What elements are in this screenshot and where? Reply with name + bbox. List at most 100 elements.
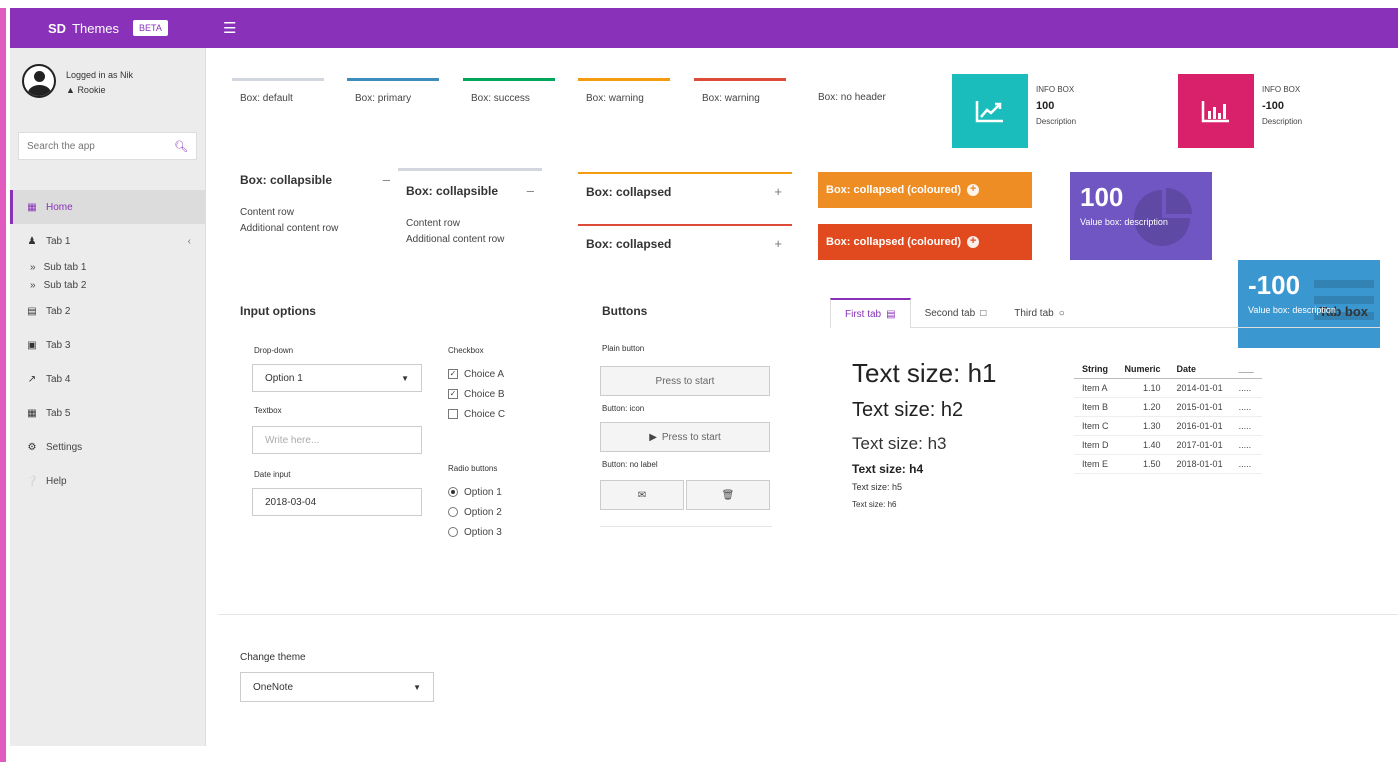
box-success: Box: success <box>463 78 555 120</box>
sidebar-item-help[interactable]: ❔ Help <box>10 464 205 498</box>
table-cell: ..... <box>1230 416 1262 436</box>
column-header[interactable]: ___ <box>1230 360 1262 379</box>
trash-icon: 🗑︎ <box>721 489 735 501</box>
sidebar-item-label: Tab 1 <box>46 235 71 247</box>
sidebar-subitem-sub-tab-2[interactable]: » Sub tab 2 <box>10 276 205 294</box>
tab-first[interactable]: First tab ▤ <box>830 298 911 328</box>
dropdown-value: Option 1 <box>265 372 303 384</box>
theme-select[interactable]: OneNote ▼ <box>240 672 434 702</box>
plain-button[interactable]: Press to start <box>600 366 770 396</box>
no-label-button-label: Button: no label <box>602 460 658 469</box>
sidebar-item-label: Tab 4 <box>46 373 71 385</box>
hamburger-icon[interactable]: ☰ <box>223 19 236 37</box>
table-cell: 1.40 <box>1116 435 1169 455</box>
heading-h5: Text size: h5 <box>852 482 903 492</box>
plain-button-label: Plain button <box>602 344 645 353</box>
user-name: Logged in as Nik <box>66 70 134 80</box>
angle-right-icon: » <box>30 279 36 291</box>
sidebar-item-tab-5[interactable]: ▦ Tab 5 <box>10 396 205 430</box>
plus-icon[interactable]: + <box>967 184 980 196</box>
tab-second[interactable]: Second tab □ <box>911 299 1001 327</box>
checkbox-choice-c[interactable]: Choice C <box>448 406 505 422</box>
expand-toggle[interactable]: + <box>774 184 782 199</box>
radio-label: Radio buttons <box>448 464 498 473</box>
envelope-button[interactable]: ✉ <box>600 480 684 510</box>
sidebar-subitem-sub-tab-1[interactable]: » Sub tab 1 <box>10 258 205 276</box>
table-cell: 1.10 <box>1116 378 1169 398</box>
info-box-value: -100 <box>1262 100 1285 112</box>
plus-icon[interactable]: + <box>967 236 980 248</box>
radio-option-2[interactable]: Option 2 <box>448 504 502 520</box>
date-input[interactable]: 2018-03-04 <box>252 488 422 516</box>
envelope-icon: ✉ <box>637 489 647 501</box>
sidebar-item-tab-4[interactable]: ↗ Tab 4 <box>10 362 205 396</box>
search-box: 🔍︎ <box>18 132 197 160</box>
line-chart-icon <box>952 74 1028 148</box>
table-cell: 1.50 <box>1116 454 1169 474</box>
box-title: Box: collapsed <box>586 236 672 251</box>
table-row: Item A 1.10 2014-01-01 ..... <box>1074 378 1262 398</box>
heading-h1: Text size: h1 <box>852 358 997 388</box>
bar-chart-icon <box>1178 74 1254 148</box>
icon-button[interactable]: ▶ Press to start <box>600 422 770 452</box>
value-box-desc: Value box: description <box>1080 217 1168 227</box>
box-warning-second: Box: warning <box>694 78 786 120</box>
info-box-title: INFO BOX <box>1036 85 1075 94</box>
table-cell: ..... <box>1230 378 1262 398</box>
box-title: Box: collapsible <box>240 172 333 187</box>
textbox-input[interactable]: Write here... <box>252 426 422 454</box>
calendar-icon: ▦ <box>27 407 37 419</box>
checkbox-choice-a[interactable]: ✓ Choice A <box>448 366 505 382</box>
collapsible-box-1: Box: collapsible – Content row Additiona… <box>240 172 390 237</box>
collapsed-box-2: Box: collapsed + <box>578 224 792 260</box>
table-cell: 2017-01-01 <box>1168 435 1231 455</box>
trash-button[interactable]: 🗑︎ <box>686 480 770 510</box>
sidebar-item-home[interactable]: ▦ Home <box>10 190 205 224</box>
chevron-left-icon: ‹ <box>187 235 191 247</box>
heading-h3: Text size: h3 <box>852 434 947 453</box>
column-header[interactable]: Date <box>1168 360 1231 379</box>
search-icon[interactable]: 🔍︎ <box>174 140 188 153</box>
checkbox-choice-b[interactable]: ✓ Choice B <box>448 386 505 402</box>
box-title: Box: warning <box>586 93 644 104</box>
table-row: Item B 1.20 2015-01-01 ..... <box>1074 397 1262 417</box>
icon-button-label: Button: icon <box>602 404 645 413</box>
dropdown-select[interactable]: Option 1 ▼ <box>252 364 422 392</box>
sidebar-item-tab-3[interactable]: ▣ Tab 3 <box>10 328 205 362</box>
bookmark-icon: □ <box>980 307 987 319</box>
table-cell: Item E <box>1074 454 1117 474</box>
search-input[interactable] <box>27 140 167 152</box>
circle-icon: ○ <box>1058 307 1065 319</box>
collapse-toggle[interactable]: – <box>383 172 390 187</box>
box-no-header: Box: no header <box>818 92 886 103</box>
collapse-toggle[interactable]: – <box>527 183 534 198</box>
radio-option-1[interactable]: Option 1 <box>448 484 502 500</box>
app-logo[interactable]: SD Themes BETA <box>10 20 205 36</box>
info-box-desc: Description <box>1262 117 1303 126</box>
table-cell: 1.20 <box>1116 397 1169 417</box>
sidebar-item-tab-2[interactable]: ▤ Tab 2 <box>10 294 205 328</box>
user-status: ▲ Rookie <box>66 85 106 95</box>
column-header[interactable]: String <box>1074 360 1117 379</box>
beta-badge: BETA <box>133 20 168 36</box>
user-panel: Logged in as Nik ▲ Rookie <box>10 48 205 128</box>
content-row: Additional content row <box>240 223 339 234</box>
main-content: Box: default Box: primary Box: success B… <box>218 48 1398 746</box>
expand-toggle[interactable]: + <box>774 236 782 251</box>
sidebar-item-label: Settings <box>46 441 83 453</box>
heading-h4: Text size: h4 <box>852 462 924 476</box>
section-divider <box>218 614 1398 615</box>
date-value: 2018-03-04 <box>265 496 317 508</box>
radio-empty-icon <box>448 527 458 537</box>
tab-third[interactable]: Third tab ○ <box>1000 299 1079 327</box>
sidebar-item-settings[interactable]: ⚙ Settings <box>10 430 205 464</box>
sidebar-item-tab-1[interactable]: ♟ Tab 1 ‹ <box>10 224 205 258</box>
value-box-desc: Value box: description <box>1248 305 1336 315</box>
box-title: Box: collapsed <box>586 184 672 199</box>
checkbox-label: Checkbox <box>448 346 484 355</box>
value-box-2: -100 Value box: description <box>1238 260 1380 348</box>
radio-option-3[interactable]: Option 3 <box>448 524 502 540</box>
collapsible-box-2: Box: collapsible – Content row Additiona… <box>398 168 542 248</box>
column-header[interactable]: Numeric <box>1116 360 1169 379</box>
users-icon: ♟ <box>27 235 37 247</box>
